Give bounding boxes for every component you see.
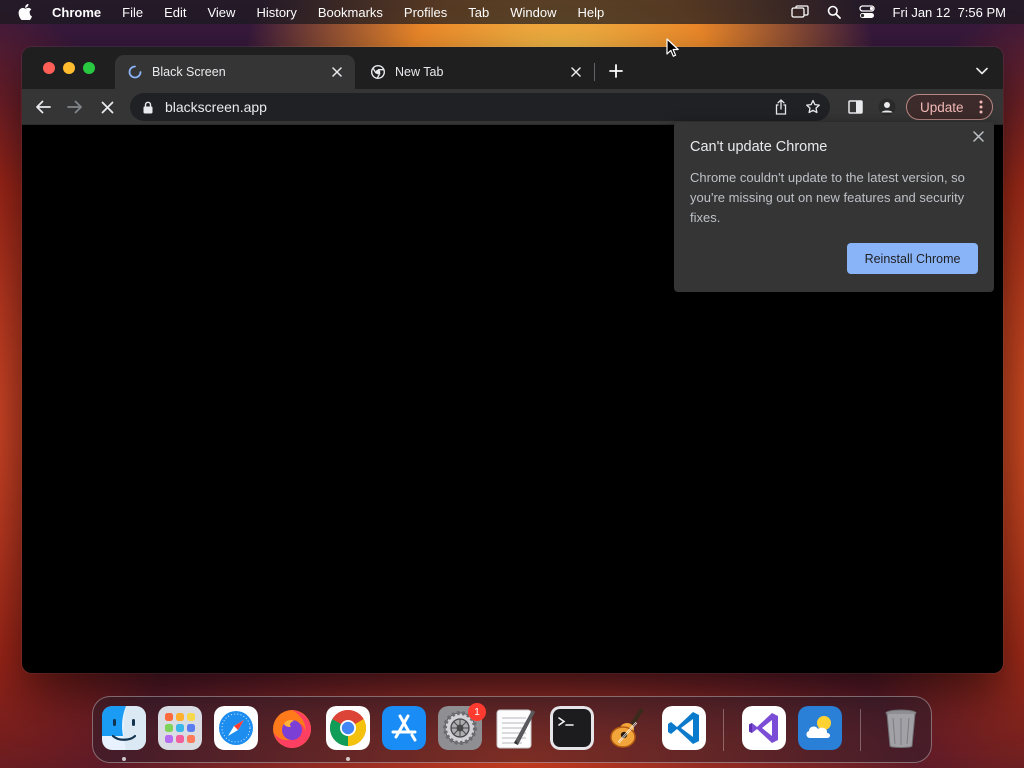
share-icon[interactable]: [772, 98, 790, 116]
spotlight-search-icon[interactable]: [827, 5, 841, 19]
dock-visual-studio-icon[interactable]: [742, 706, 786, 750]
mouse-cursor-icon: [666, 38, 679, 57]
menu-clock[interactable]: Fri Jan 12 7:56 PM: [893, 5, 1006, 20]
menu-profiles[interactable]: Profiles: [404, 5, 447, 20]
dock-chrome-icon[interactable]: [326, 706, 370, 750]
menu-history[interactable]: History: [256, 5, 296, 20]
menu-window[interactable]: Window: [510, 5, 556, 20]
tab-strip: Black Screen New Tab: [22, 47, 1003, 89]
url-text[interactable]: blackscreen.app: [165, 99, 772, 115]
menu-view[interactable]: View: [207, 5, 235, 20]
dock-textedit-icon[interactable]: [494, 706, 538, 750]
dock-app-store-icon[interactable]: [382, 706, 426, 750]
bubble-message: Chrome couldn't update to the latest ver…: [690, 170, 965, 225]
dock-divider: [860, 709, 861, 751]
stop-loading-icon[interactable]: [98, 98, 116, 116]
close-window-button[interactable]: [43, 62, 55, 74]
dock-garageband-icon[interactable]: [606, 706, 650, 750]
update-button-label: Update: [920, 99, 964, 115]
lock-icon[interactable]: [143, 100, 155, 114]
tab-close-icon[interactable]: [329, 64, 345, 80]
dock-firefox-icon[interactable]: [270, 706, 314, 750]
minimize-window-button[interactable]: [63, 62, 75, 74]
menu-bar: Chrome File Edit View History Bookmarks …: [0, 0, 1024, 24]
tab-new-tab[interactable]: New Tab: [358, 55, 594, 89]
dock-divider: [723, 709, 724, 751]
chrome-favicon-icon: [370, 64, 386, 80]
menu-bookmarks[interactable]: Bookmarks: [318, 5, 383, 20]
screen-mirroring-icon[interactable]: [790, 5, 809, 19]
menu-edit[interactable]: Edit: [164, 5, 186, 20]
dock-weather-icon[interactable]: [798, 706, 842, 750]
dock-safari-icon[interactable]: [214, 706, 258, 750]
notification-badge: 1: [468, 703, 486, 721]
profile-avatar-icon[interactable]: [878, 98, 896, 116]
running-indicator: [346, 757, 350, 761]
dock-vscode-icon[interactable]: [662, 706, 706, 750]
menu-file[interactable]: File: [122, 5, 143, 20]
bookmark-star-icon[interactable]: [804, 98, 822, 116]
new-tab-plus-icon[interactable]: [608, 63, 624, 79]
forward-arrow-icon[interactable]: [66, 98, 84, 116]
tab-divider: [594, 63, 595, 81]
tab-title: Black Screen: [152, 65, 226, 79]
dock-trash-icon[interactable]: [879, 706, 923, 750]
address-bar[interactable]: blackscreen.app: [130, 93, 830, 121]
update-error-bubble: Can't update Chrome Chrome couldn't upda…: [674, 122, 994, 292]
side-panel-icon[interactable]: [846, 98, 864, 116]
close-icon[interactable]: [971, 129, 985, 143]
back-arrow-icon[interactable]: [34, 98, 52, 116]
tab-black-screen[interactable]: Black Screen: [115, 55, 355, 89]
update-button[interactable]: Update: [906, 94, 993, 120]
dock-launchpad-icon[interactable]: [158, 706, 202, 750]
menu-app-name[interactable]: Chrome: [52, 5, 101, 20]
running-indicator: [122, 757, 126, 761]
menu-tab[interactable]: Tab: [468, 5, 489, 20]
menu-help[interactable]: Help: [578, 5, 605, 20]
tab-search-chevron-down-icon[interactable]: [975, 64, 989, 78]
browser-toolbar: blackscreen.app Update: [22, 89, 1003, 125]
control-center-icon[interactable]: [858, 5, 875, 19]
zoom-window-button[interactable]: [83, 62, 95, 74]
dock: 1: [92, 696, 932, 763]
dock-terminal-icon[interactable]: [550, 706, 594, 750]
tab-close-icon[interactable]: [568, 64, 584, 80]
loading-spinner-icon: [127, 64, 143, 80]
status-area: Fri Jan 12 7:56 PM: [790, 0, 1006, 24]
more-menu-icon[interactable]: [978, 100, 984, 114]
apple-menu-icon[interactable]: [18, 4, 36, 20]
dock-finder-icon[interactable]: [102, 706, 146, 750]
bubble-title: Can't update Chrome: [690, 139, 828, 155]
reinstall-chrome-button[interactable]: Reinstall Chrome: [847, 243, 978, 274]
tab-title: New Tab: [395, 65, 444, 79]
